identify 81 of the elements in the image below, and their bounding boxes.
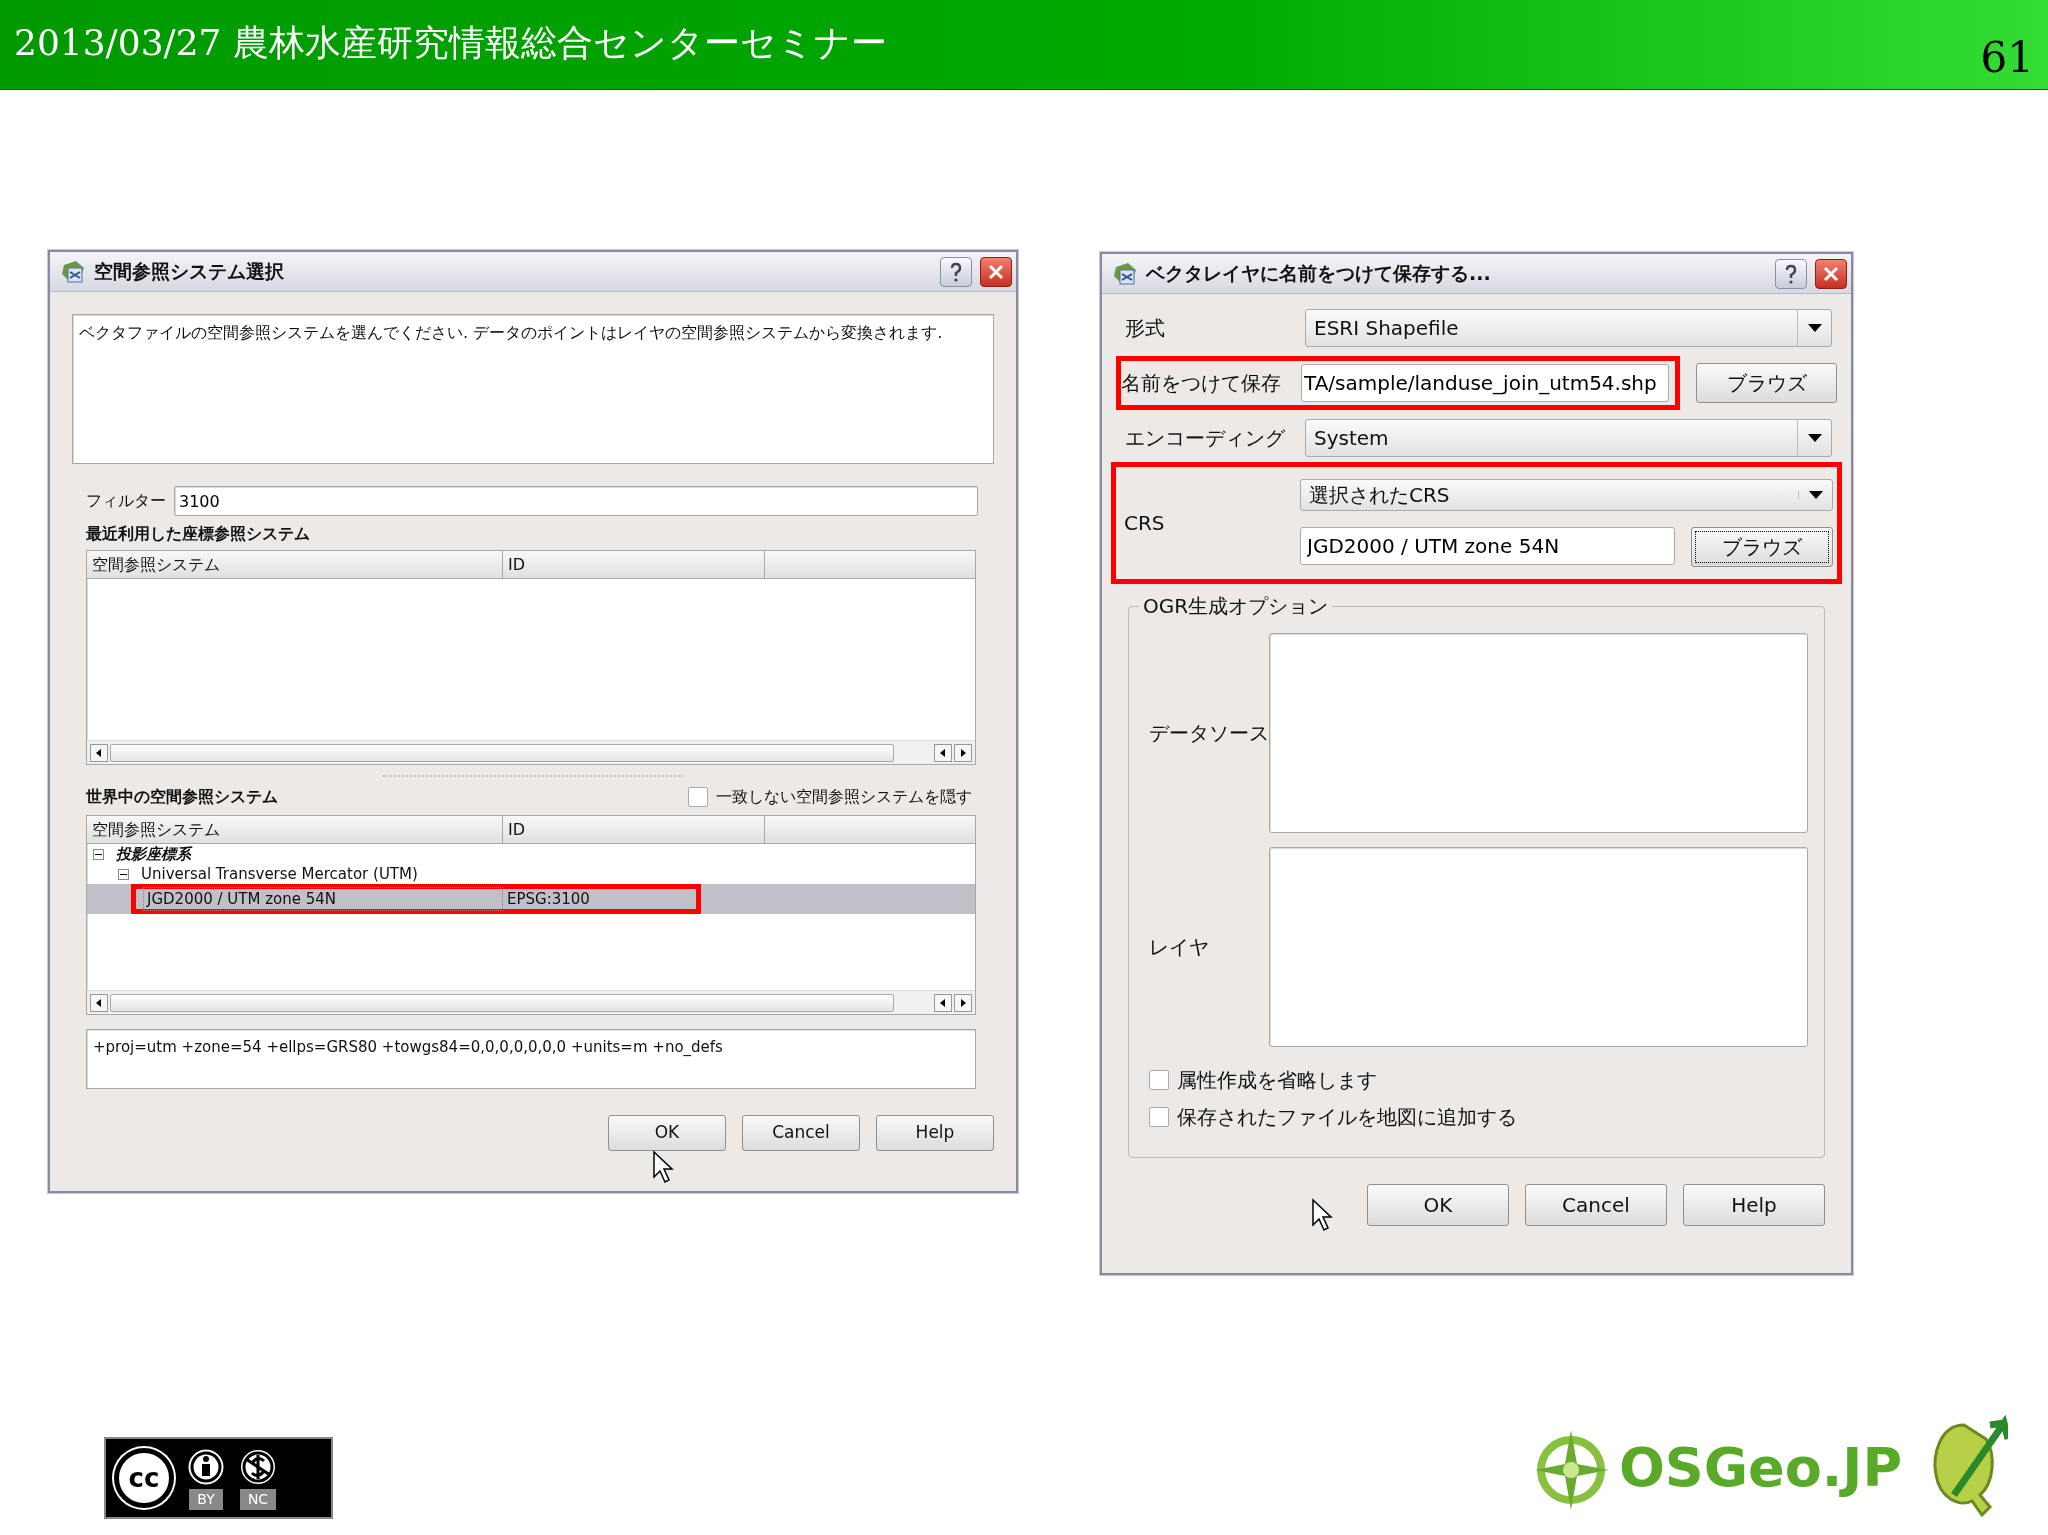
column-header[interactable]: 空間参照システム [87, 551, 503, 578]
proj-string-text: +proj=utm +zone=54 +ellps=GRS80 +towgs84=0,0,0,0,0,0,0 +units=m +no_defs [86, 1029, 976, 1089]
horizontal-scrollbar[interactable] [87, 740, 975, 764]
cursor-icon [1311, 1198, 1335, 1232]
close-button[interactable] [980, 256, 1012, 287]
field-label: データソース [1149, 720, 1269, 747]
right-arrow-icon [958, 996, 968, 1009]
dialog-button[interactable]: OK [608, 1115, 726, 1151]
dropdown-arrow-icon [1807, 324, 1822, 332]
checkbox[interactable] [1149, 1069, 1169, 1090]
checkbox-label: 保存されたファイルを地図に追加する [1177, 1103, 1517, 1131]
scroll-arrow-button[interactable] [90, 993, 108, 1012]
help-icon [1783, 263, 1799, 284]
scroll-arrow-button[interactable] [954, 743, 972, 762]
dialog-button[interactable]: Cancel [742, 1115, 860, 1151]
path-input[interactable]: TA/sample/landuse_join_utm54.shp [1301, 364, 1670, 402]
column-header[interactable]: ID [503, 816, 765, 843]
field-label: CRS [1123, 510, 1166, 537]
close-icon [987, 262, 1005, 281]
filter-label: フィルター [86, 490, 166, 512]
browse-button[interactable]: ブラウズ [1696, 363, 1837, 403]
cursor-icon [652, 1150, 676, 1184]
scroll-arrow-button[interactable] [90, 743, 108, 762]
close-icon [1822, 264, 1840, 283]
checkbox-label: 属性作成を省略します [1177, 1066, 1377, 1094]
dropdown-arrow-icon [1808, 491, 1823, 499]
tree-label: JGD2000 / UTM zone 54N [143, 886, 503, 912]
description-text: ベクタファイルの空間参照システムを選んでください. データのポイントはレイヤの空間参照システムから変換されます. [72, 314, 994, 464]
tree-label: 投影座標系 [116, 843, 191, 865]
help-icon [948, 261, 964, 282]
window-title: ベクタレイヤに名前をつけて保存する... [1146, 261, 1492, 287]
field-label: 名前をつけて保存 [1121, 370, 1282, 397]
dropdown[interactable]: 選択されたCRS [1300, 479, 1833, 511]
splitter-handle[interactable] [383, 775, 683, 779]
browse-button[interactable]: ブラウズ [1691, 527, 1833, 567]
section-heading: 世界中の空間参照システム [86, 786, 278, 808]
license-label: BY [189, 1488, 223, 1510]
horizontal-scrollbar[interactable] [87, 990, 975, 1014]
column-header[interactable]: 空間参照システム [87, 816, 503, 843]
page-number: 61 [1980, 32, 2034, 84]
dialog-button[interactable]: Help [876, 1115, 994, 1151]
scroll-arrow-button[interactable] [934, 743, 952, 762]
osgeo-logo-text: OSGeo.JP [1618, 1434, 1902, 1501]
left-arrow-icon [94, 746, 104, 759]
filter-input[interactable]: 3100 [174, 486, 978, 516]
cc-logo: cc [114, 1448, 174, 1508]
window-title: 空間参照システム選択 [94, 259, 285, 285]
column-header[interactable]: ID [503, 551, 765, 578]
section-heading: 最近利用した座標参照システム [86, 523, 311, 545]
tree-label: Universal Transverse Mercator (UTM) [141, 863, 418, 885]
dialog-button[interactable]: Cancel [1525, 1184, 1667, 1226]
help-button[interactable] [940, 256, 972, 287]
expander-icon[interactable] [93, 848, 104, 860]
dialog-button[interactable]: OK [1367, 1184, 1509, 1226]
scroll-arrow-button[interactable] [934, 993, 952, 1012]
group-legend: OGR生成オプション [1139, 593, 1333, 619]
dropdown[interactable]: System [1305, 419, 1832, 457]
field-label: エンコーディング [1124, 425, 1286, 452]
field-label: レイヤ [1149, 934, 1210, 961]
help-button[interactable] [1775, 258, 1807, 289]
tree-row[interactable]: Universal Transverse Mercator (UTM) [87, 864, 975, 884]
dropdown-arrow-icon [1807, 434, 1822, 442]
slide-title: 2013/03/27 農林水産研究情報総合センターセミナー [14, 21, 887, 65]
checkbox[interactable] [1149, 1106, 1169, 1127]
id-cell-text: EPSG:3100 [506, 888, 590, 910]
left-arrow-icon [938, 746, 948, 759]
checkbox[interactable] [688, 787, 708, 807]
dialog-button[interactable]: Help [1683, 1184, 1825, 1226]
field-label: 形式 [1124, 315, 1166, 342]
checkbox-label: 一致しない空間参照システムを隠す [716, 786, 972, 808]
close-button[interactable] [1815, 258, 1847, 289]
attribution-icon [186, 1446, 226, 1487]
tree-row[interactable]: JGD2000 / UTM zone 54N EPSG:3100 [87, 884, 975, 914]
scroll-arrow-button[interactable] [954, 993, 972, 1012]
expander-icon[interactable] [118, 868, 129, 880]
dropdown[interactable]: ESRI Shapefile [1305, 309, 1832, 347]
tree-row[interactable]: 投影座標系 [87, 844, 975, 864]
right-arrow-icon [958, 746, 968, 759]
license-label: NC [239, 1488, 277, 1510]
left-arrow-icon [94, 996, 104, 1009]
left-arrow-icon [938, 996, 948, 1009]
